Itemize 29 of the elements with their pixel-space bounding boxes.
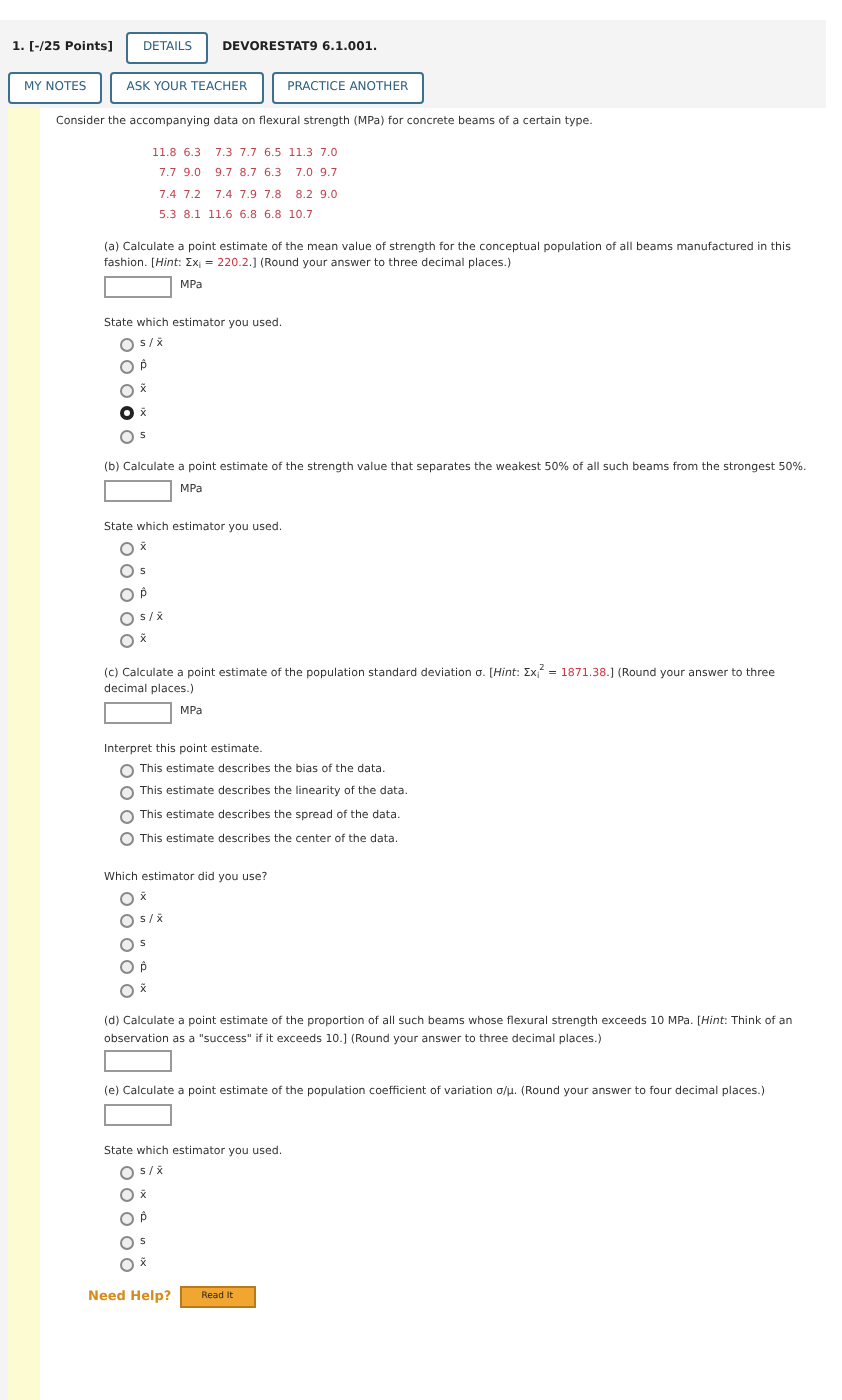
radio-button[interactable] [120, 914, 134, 929]
radio-button[interactable] [120, 337, 134, 352]
radio-button[interactable] [120, 1212, 134, 1227]
radio-button[interactable] [120, 430, 134, 445]
radio-button[interactable] [120, 564, 134, 579]
radio-button[interactable] [120, 1235, 134, 1250]
radio-button[interactable] [120, 1165, 134, 1180]
radio-button[interactable] [120, 383, 134, 398]
radio-button[interactable] [120, 960, 134, 975]
radio-button[interactable] [120, 406, 134, 421]
radio-button[interactable] [120, 360, 134, 375]
radio-button[interactable] [120, 809, 134, 824]
radio-button[interactable] [120, 1258, 134, 1273]
radio-button[interactable] [120, 832, 134, 847]
radio-button[interactable] [120, 937, 134, 952]
radio-button[interactable] [120, 611, 134, 626]
answer-field[interactable] [104, 701, 172, 724]
answer-field[interactable] [104, 479, 172, 502]
answer-field[interactable] [104, 1104, 172, 1126]
radio-button[interactable] [120, 588, 134, 603]
radio-button[interactable] [120, 891, 134, 906]
answer-field[interactable] [104, 275, 172, 298]
radio-button[interactable] [120, 1188, 134, 1203]
answer-field[interactable] [104, 1050, 172, 1073]
radio-button[interactable] [120, 763, 134, 778]
radio-button[interactable] [120, 786, 134, 801]
radio-button[interactable] [120, 983, 134, 998]
radio-button[interactable] [120, 634, 134, 649]
radio-button[interactable] [120, 541, 134, 556]
